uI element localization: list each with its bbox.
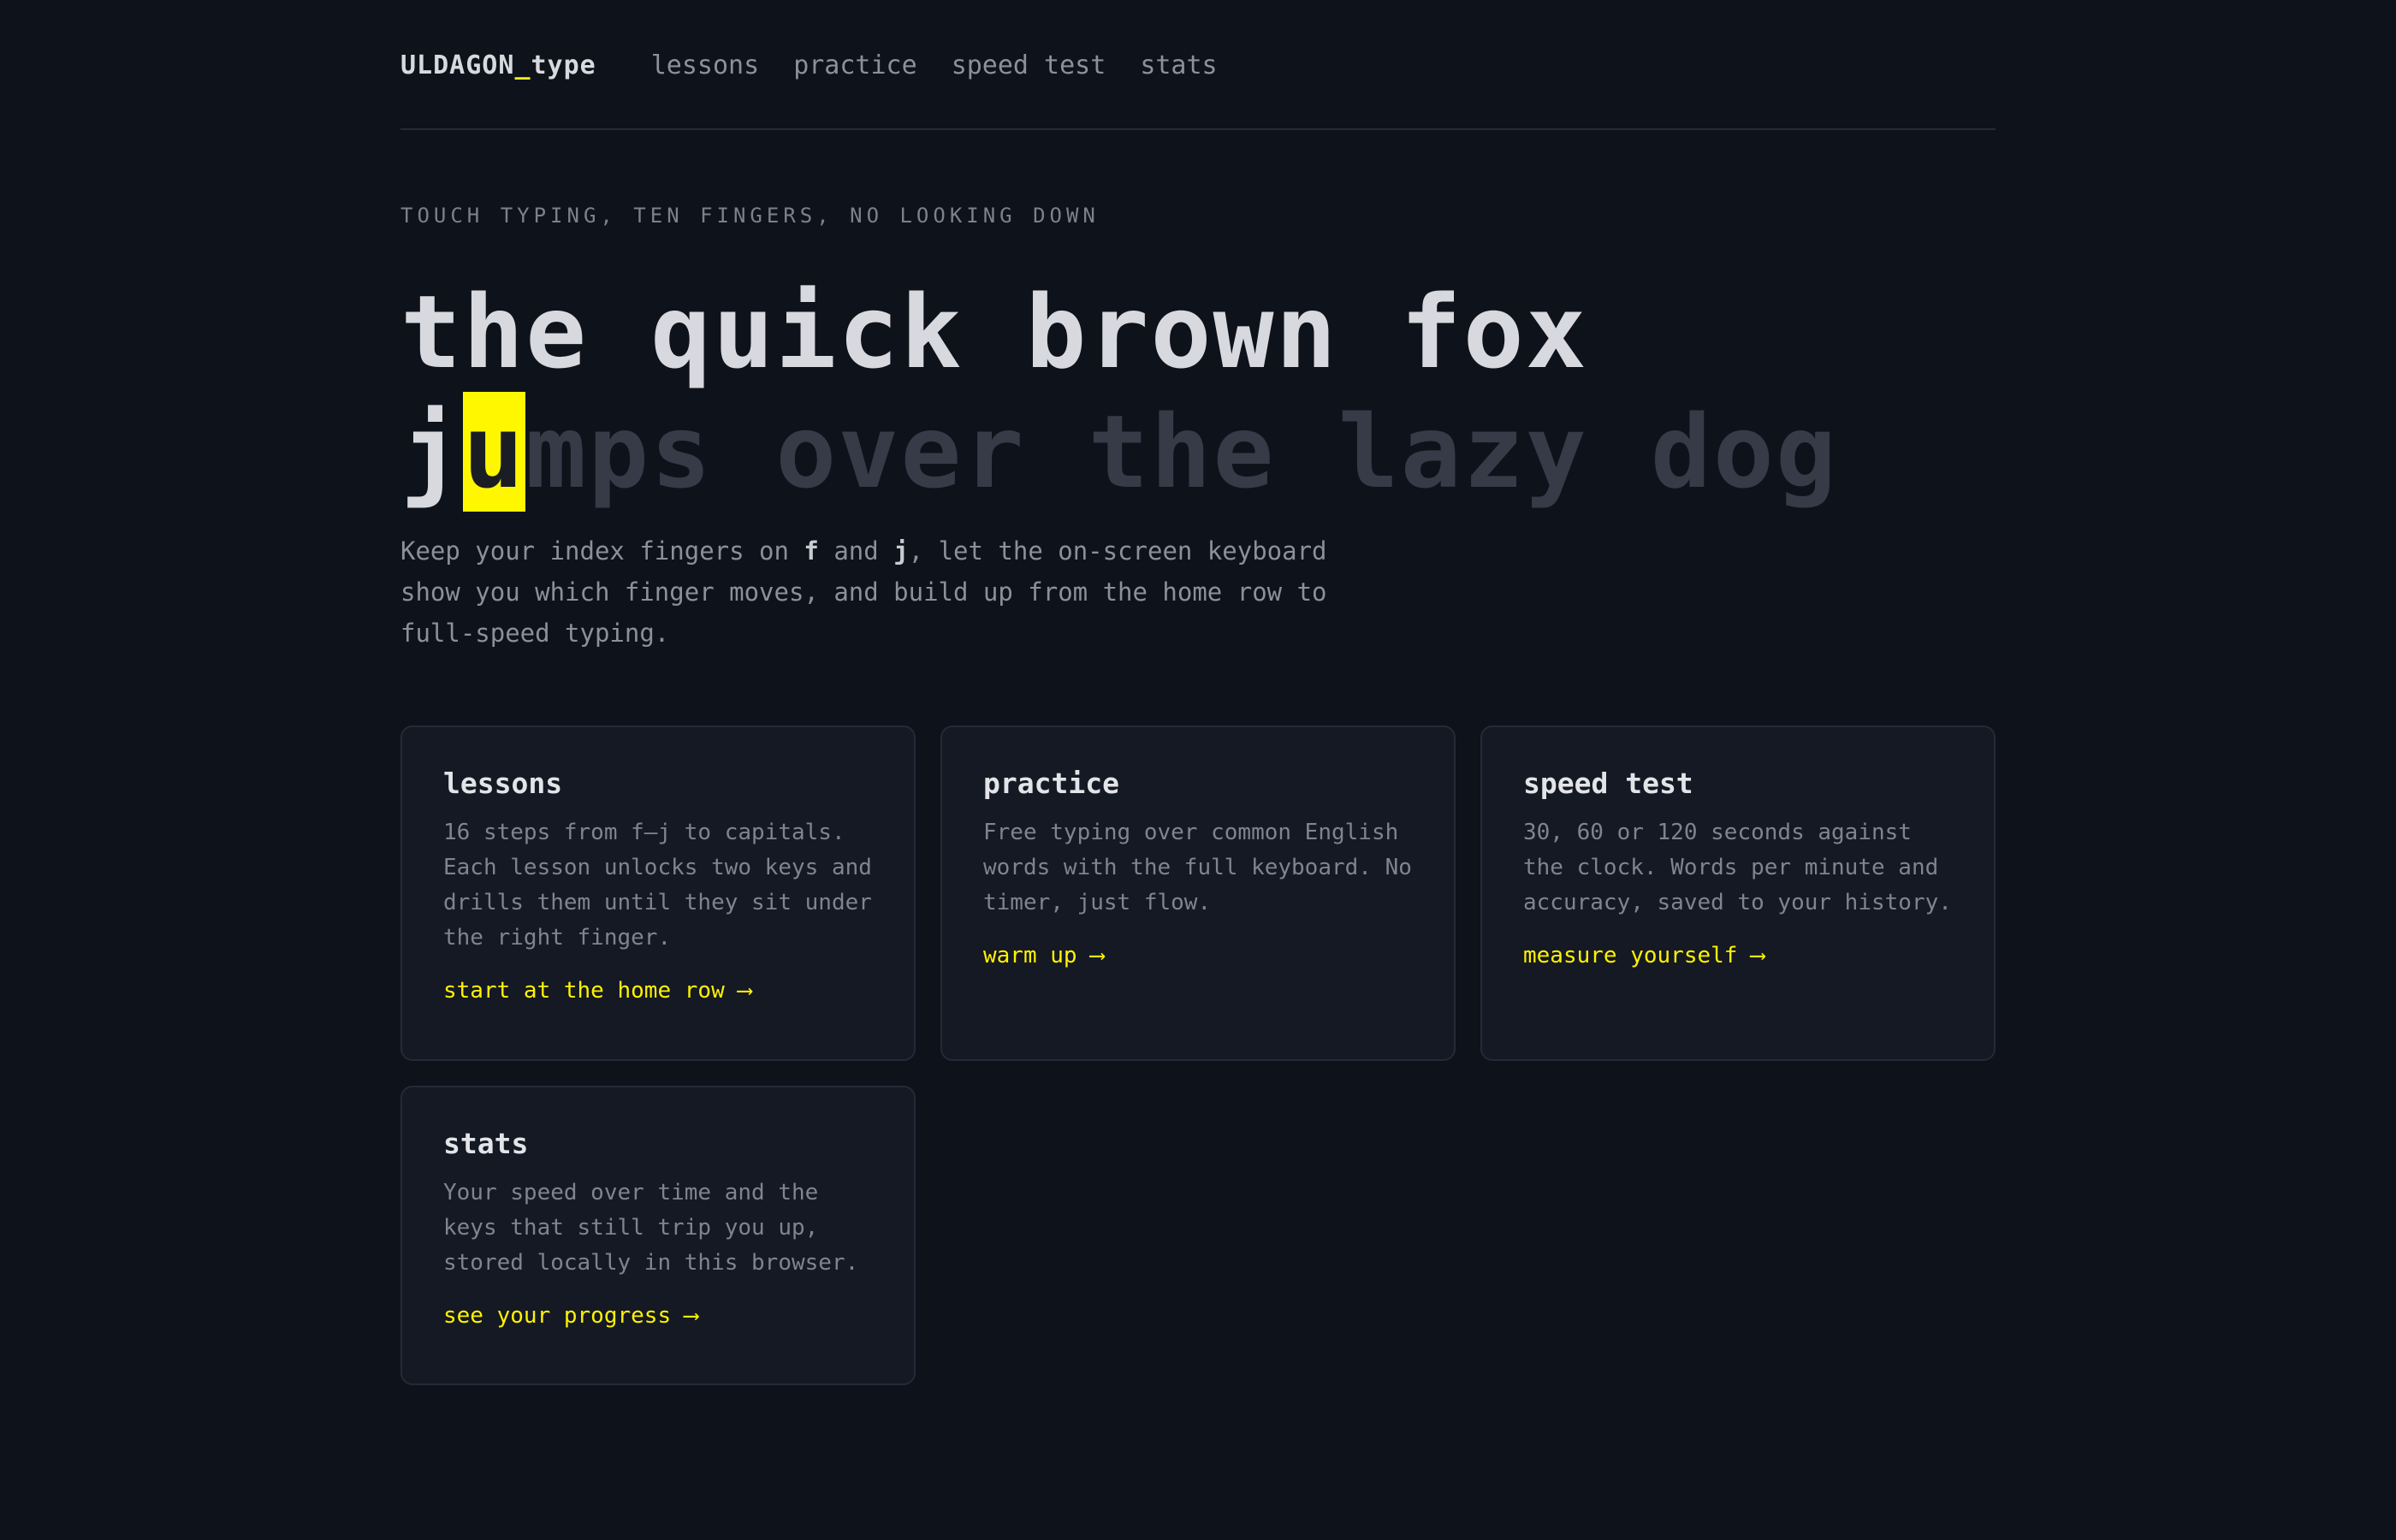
card-title: practice	[983, 767, 1119, 800]
page: ULDAGON_type lessons practice speed test…	[0, 0, 2396, 1540]
brand-underscore: _	[514, 50, 531, 80]
card-title: stats	[443, 1127, 529, 1160]
hero-lead-paragraph: Keep your index fingers on f and j, let …	[400, 530, 1359, 654]
card-description: 30, 60 or 120 seconds against the clock.…	[1523, 820, 1952, 915]
card-stats[interactable]: stats Your speed over time and the keys …	[400, 1086, 916, 1385]
card-title: speed test	[1523, 767, 1693, 800]
card-lessons[interactable]: lessons 16 steps from f–j to capitals. E…	[400, 726, 916, 1061]
typing-demo-headline: the quick brown fox jumps over the lazy …	[400, 272, 1996, 512]
card-link-measure-yourself[interactable]: measure yourself ⟶	[1523, 943, 1764, 968]
lead-text: Keep your index fingers on	[400, 536, 804, 566]
card-link-start-home-row[interactable]: start at the home row ⟶	[443, 978, 751, 1004]
top-nav: ULDAGON_type lessons practice speed test…	[400, 0, 1996, 130]
typing-demo-line-2: jumps over the lazy dog	[400, 392, 1996, 512]
brand-logo[interactable]: ULDAGON_type	[400, 50, 596, 80]
card-description: Free typing over common English words wi…	[983, 820, 1412, 915]
lead-key-j: j	[893, 536, 909, 566]
card-description: 16 steps from f–j to capitals. Each less…	[443, 820, 872, 951]
hero-kicker: TOUCH TYPING, TEN FINGERS, NO LOOKING DO…	[400, 204, 1100, 228]
card-description: Your speed over time and the keys that s…	[443, 1180, 859, 1276]
typed-text: j	[400, 393, 464, 511]
nav-link-speed-test[interactable]: speed test	[952, 50, 1106, 80]
lead-text: and	[818, 536, 894, 566]
typing-cursor: u	[463, 392, 526, 512]
lead-key-f: f	[804, 536, 819, 566]
card-practice[interactable]: practice Free typing over common English…	[940, 726, 1456, 1061]
brand-prefix: ULDAGON	[400, 50, 515, 80]
nav-link-stats[interactable]: stats	[1140, 50, 1217, 80]
nav-link-practice[interactable]: practice	[793, 50, 917, 80]
card-speed-test[interactable]: speed test 30, 60 or 120 seconds against…	[1480, 726, 1996, 1061]
pending-text: mps over the lazy dog	[525, 393, 1838, 511]
nav-link-lessons[interactable]: lessons	[651, 50, 759, 80]
card-link-warm-up[interactable]: warm up ⟶	[983, 943, 1104, 968]
brand-suffix: type	[531, 50, 596, 80]
card-link-see-progress[interactable]: see your progress ⟶	[443, 1303, 697, 1329]
feature-cards: lessons 16 steps from f–j to capitals. E…	[400, 726, 1996, 1385]
typing-demo-line-1: the quick brown fox	[400, 272, 1996, 392]
card-title: lessons	[443, 767, 563, 800]
typed-text: the quick brown fox	[400, 273, 1588, 391]
hero: TOUCH TYPING, TEN FINGERS, NO LOOKING DO…	[400, 204, 1996, 654]
